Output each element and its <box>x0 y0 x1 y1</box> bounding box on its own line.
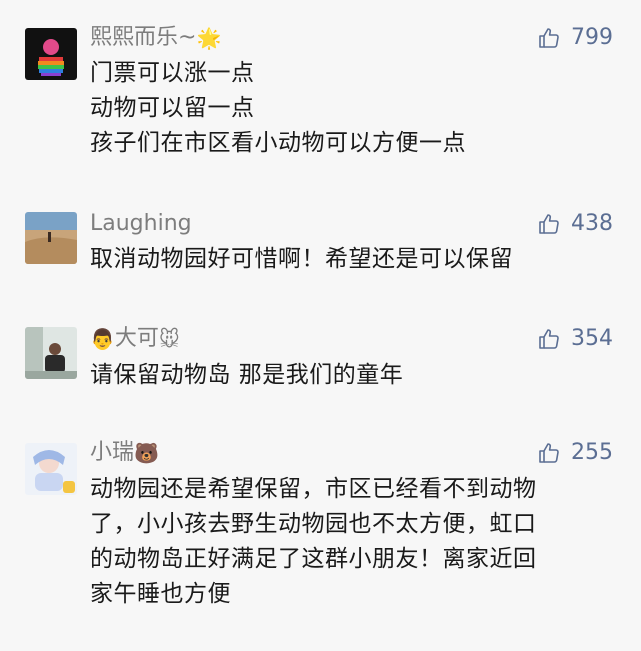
avatar[interactable] <box>25 327 77 379</box>
comment-line: 动物可以留一点 <box>90 95 255 121</box>
comment-text: 取消动物园好可惜啊！希望还是可以保留 <box>90 242 620 277</box>
username-text: Laughing <box>90 211 192 236</box>
comment-line: 家午睡也方便 <box>90 581 231 607</box>
like-button[interactable]: 255 <box>537 439 613 467</box>
like-count: 799 <box>571 25 613 50</box>
star-emoji-icon: 🌟 <box>196 26 222 50</box>
like-count: 438 <box>571 211 613 236</box>
comment-text: 动物园还是希望保留，市区已经看不到动物 了，小小孩去野生动物园也不太方便，虹口 … <box>90 472 620 612</box>
comment-line: 取消动物园好可惜啊！希望还是可以保留 <box>90 246 513 272</box>
like-button[interactable]: 799 <box>537 24 613 52</box>
comment-line: 门票可以涨一点 <box>90 60 255 86</box>
username-text: 小瑞 <box>90 440 135 465</box>
thumbs-up-icon <box>539 329 559 349</box>
username[interactable]: 小瑞🐻 <box>90 439 159 467</box>
username[interactable]: 熙熙而乐~🌟 <box>90 24 221 52</box>
like-count: 255 <box>571 440 613 465</box>
bear-emoji-icon: 🐻 <box>134 441 159 465</box>
username[interactable]: Laughing <box>90 210 192 238</box>
comment-line: 了，小小孩去野生动物园也不太方便，虹口 <box>90 511 537 537</box>
comment-text: 门票可以涨一点 动物可以留一点 孩子们在市区看小动物可以方便一点 <box>90 56 620 161</box>
man-emoji-icon: 👨 <box>90 327 115 351</box>
username-text: 熙熙而乐~ <box>90 25 197 50</box>
like-count: 354 <box>571 326 613 351</box>
comment-line: 请保留动物岛 那是我们的童年 <box>90 362 404 388</box>
like-button[interactable]: 354 <box>537 325 613 353</box>
thumbs-up-icon <box>539 28 559 48</box>
username[interactable]: 👨大可🐭 <box>90 325 180 353</box>
avatar[interactable] <box>25 28 77 80</box>
comment-text: 请保留动物岛 那是我们的童年 <box>90 358 620 393</box>
comment-line: 动物园还是希望保留，市区已经看不到动物 <box>90 476 537 502</box>
thumbs-up-icon <box>539 214 559 234</box>
thumbs-up-icon <box>539 443 559 463</box>
avatar[interactable] <box>25 212 77 264</box>
username-text: 大可 <box>114 326 159 351</box>
comment-line: 孩子们在市区看小动物可以方便一点 <box>90 130 466 156</box>
like-button[interactable]: 438 <box>537 210 613 238</box>
comment-line: 的动物岛正好满足了这群小朋友！离家近回 <box>90 546 537 572</box>
mouse-emoji-icon: 🐭 <box>158 327 180 351</box>
avatar[interactable] <box>25 443 77 495</box>
